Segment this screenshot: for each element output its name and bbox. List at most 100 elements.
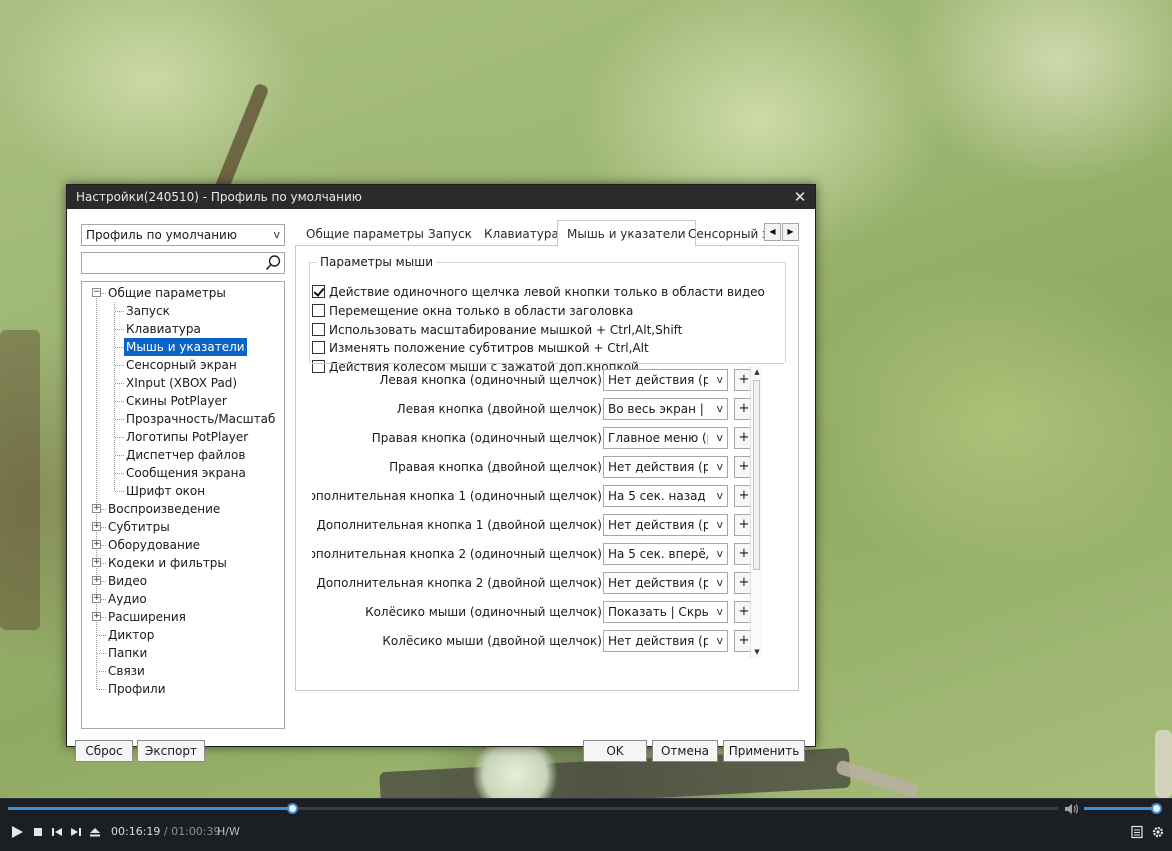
option-move-window-title-only[interactable]: Перемещение окна только в области заголо… — [312, 302, 633, 320]
play-icon[interactable] — [10, 825, 24, 839]
tree-guide-line — [97, 689, 106, 690]
tree-item[interactable]: Скины PotPlayer — [124, 392, 229, 410]
bindings-scrollbar[interactable]: ▲ ▼ — [750, 366, 762, 658]
settings-tree[interactable]: − Общие параметры Запуск Клавиатура Мышь и у… — [81, 281, 285, 729]
seek-bar[interactable] — [8, 803, 1058, 814]
mouse-bindings-list[interactable]: Левая кнопка (одиночный щелчок): Нет дейс… — [312, 366, 786, 662]
tree-item[interactable]: Шрифт окон — [124, 482, 207, 500]
expand-icon[interactable]: + — [92, 576, 101, 585]
total-time: 01:00:39 — [171, 825, 221, 838]
cancel-button[interactable]: Отмена — [652, 740, 718, 762]
tree-item[interactable]: Мышь и указатели — [124, 338, 247, 356]
binding-action-value: На 5 сек. вперёд — [608, 547, 708, 561]
tree-guide-line — [114, 302, 115, 491]
separator — [312, 363, 784, 364]
close-button[interactable]: ✕ — [790, 187, 810, 207]
scroll-down-icon[interactable]: ▼ — [752, 647, 762, 657]
settings-gear-icon[interactable] — [1151, 825, 1165, 839]
tree-item[interactable]: Прозрачность/Масштаб — [124, 410, 277, 428]
tree-item[interactable]: Сенсорный экран — [124, 356, 239, 374]
binding-label: Правая кнопка (одиночный щелчок): — [371, 431, 606, 445]
tree-item[interactable]: Связи — [106, 662, 147, 680]
binding-label: Дополнительная кнопка 1 (двойной щелчок)… — [316, 518, 606, 532]
collapse-icon[interactable]: − — [92, 288, 101, 297]
decoder-indicator[interactable]: H/W — [217, 825, 240, 838]
profile-select[interactable]: Профиль по умолчанию v — [81, 224, 285, 246]
binding-action-select[interactable]: Нет действия (рек v — [603, 514, 728, 536]
binding-action-select[interactable]: На 5 сек. вперёд v — [603, 543, 728, 565]
volume-icon[interactable] — [1064, 802, 1080, 816]
search-input[interactable] — [82, 253, 257, 273]
tree-item[interactable]: Диспетчер файлов — [124, 446, 247, 464]
checkbox[interactable] — [312, 341, 325, 354]
checkbox[interactable] — [312, 323, 325, 336]
tree-item[interactable]: Профили — [106, 680, 168, 698]
binding-action-select[interactable]: Показать | Скрыть v — [603, 601, 728, 623]
tree-item[interactable]: Сообщения экрана — [124, 464, 248, 482]
reset-button[interactable]: Сброс — [75, 740, 133, 762]
tree-item[interactable]: Диктор — [106, 626, 156, 644]
stop-icon[interactable] — [31, 825, 45, 839]
binding-action-select[interactable]: Во весь экран | Вс v — [603, 398, 728, 420]
tab-scroll-right-button[interactable]: ▶ — [782, 223, 799, 241]
tree-item[interactable]: Расширения — [106, 608, 188, 626]
tab-touchscreen[interactable]: Сенсорный э — [679, 222, 765, 246]
scroll-up-icon[interactable]: ▲ — [752, 367, 762, 377]
previous-icon[interactable] — [50, 825, 64, 839]
checkbox[interactable] — [312, 285, 325, 298]
scrollbar-thumb[interactable] — [753, 380, 760, 570]
binding-action-select[interactable]: Нет действия (рек v — [603, 456, 728, 478]
tree-item[interactable]: Аудио — [106, 590, 149, 608]
binding-action-select[interactable]: Нет действия (рек v — [603, 572, 728, 594]
binding-action-select[interactable]: Нет действия (рек v — [603, 630, 728, 652]
binding-action-select[interactable]: Главное меню (рі v — [603, 427, 728, 449]
ok-button[interactable]: OK — [583, 740, 647, 762]
expand-icon[interactable]: + — [92, 540, 101, 549]
tree-item[interactable]: Запуск — [124, 302, 172, 320]
option-mouse-zoom[interactable]: Использовать масштабирование мышкой + Ct… — [312, 321, 682, 339]
chevron-down-icon: v — [714, 486, 723, 506]
eject-icon[interactable] — [88, 825, 102, 839]
search-icon[interactable] — [264, 254, 282, 272]
option-left-click-video-only[interactable]: Действие одиночного щелчка левой кнопки … — [312, 283, 765, 301]
dialog-titlebar[interactable]: Настройки(240510) - Профиль по умолчанию… — [67, 185, 815, 209]
next-icon[interactable] — [69, 825, 83, 839]
expand-icon[interactable]: + — [92, 594, 101, 603]
volume-thumb[interactable] — [1151, 803, 1162, 814]
binding-action-select[interactable]: Нет действия (рек v — [603, 369, 728, 391]
expand-icon[interactable]: + — [92, 612, 101, 621]
tree-item[interactable]: Субтитры — [106, 518, 172, 536]
chevron-down-icon: v — [714, 544, 723, 564]
volume-slider[interactable] — [1084, 803, 1162, 814]
tab-keyboard[interactable]: Клавиатура — [475, 222, 568, 246]
expand-icon[interactable]: + — [92, 522, 101, 531]
option-move-subtitles[interactable]: Изменять положение субтитров мышкой + Ct… — [312, 339, 649, 357]
tree-item[interactable]: Кодеки и фильтры — [106, 554, 229, 572]
background-branch — [1155, 730, 1172, 798]
apply-button[interactable]: Применить — [723, 740, 805, 762]
tree-item[interactable]: Папки — [106, 644, 149, 662]
tab-general[interactable]: Общие параметры — [297, 222, 433, 246]
playlist-icon[interactable] — [1130, 825, 1144, 839]
tab-scroll-left-button[interactable]: ◀ — [764, 223, 781, 241]
tab-mouse[interactable]: Мышь и указатели — [557, 220, 696, 247]
tree-item[interactable]: Логотипы PotPlayer — [124, 428, 250, 446]
tree-item[interactable]: Оборудование — [106, 536, 202, 554]
tree-item[interactable]: Видео — [106, 572, 149, 590]
tab-startup[interactable]: Запуск — [419, 222, 481, 246]
tree-item[interactable]: Воспроизведение — [106, 500, 222, 518]
tree-item[interactable]: XInput (XBOX Pad) — [124, 374, 239, 392]
binding-action-value: На 5 сек. назад (р — [608, 489, 708, 503]
tree-guide-line — [115, 401, 124, 402]
seek-thumb[interactable] — [286, 803, 298, 814]
export-button[interactable]: Экспорт — [137, 740, 205, 762]
tree-item[interactable]: Общие параметры — [106, 284, 228, 302]
binding-action-select[interactable]: На 5 сек. назад (р v — [603, 485, 728, 507]
expand-icon[interactable]: + — [92, 558, 101, 567]
tree-item[interactable]: Клавиатура — [124, 320, 203, 338]
tree-guide-line — [115, 347, 124, 348]
expand-icon[interactable]: + — [92, 504, 101, 513]
checkbox[interactable] — [312, 304, 325, 317]
chevron-down-icon: v — [714, 573, 723, 593]
binding-label: Колёсико мыши (одиночный щелчок): — [365, 605, 606, 619]
